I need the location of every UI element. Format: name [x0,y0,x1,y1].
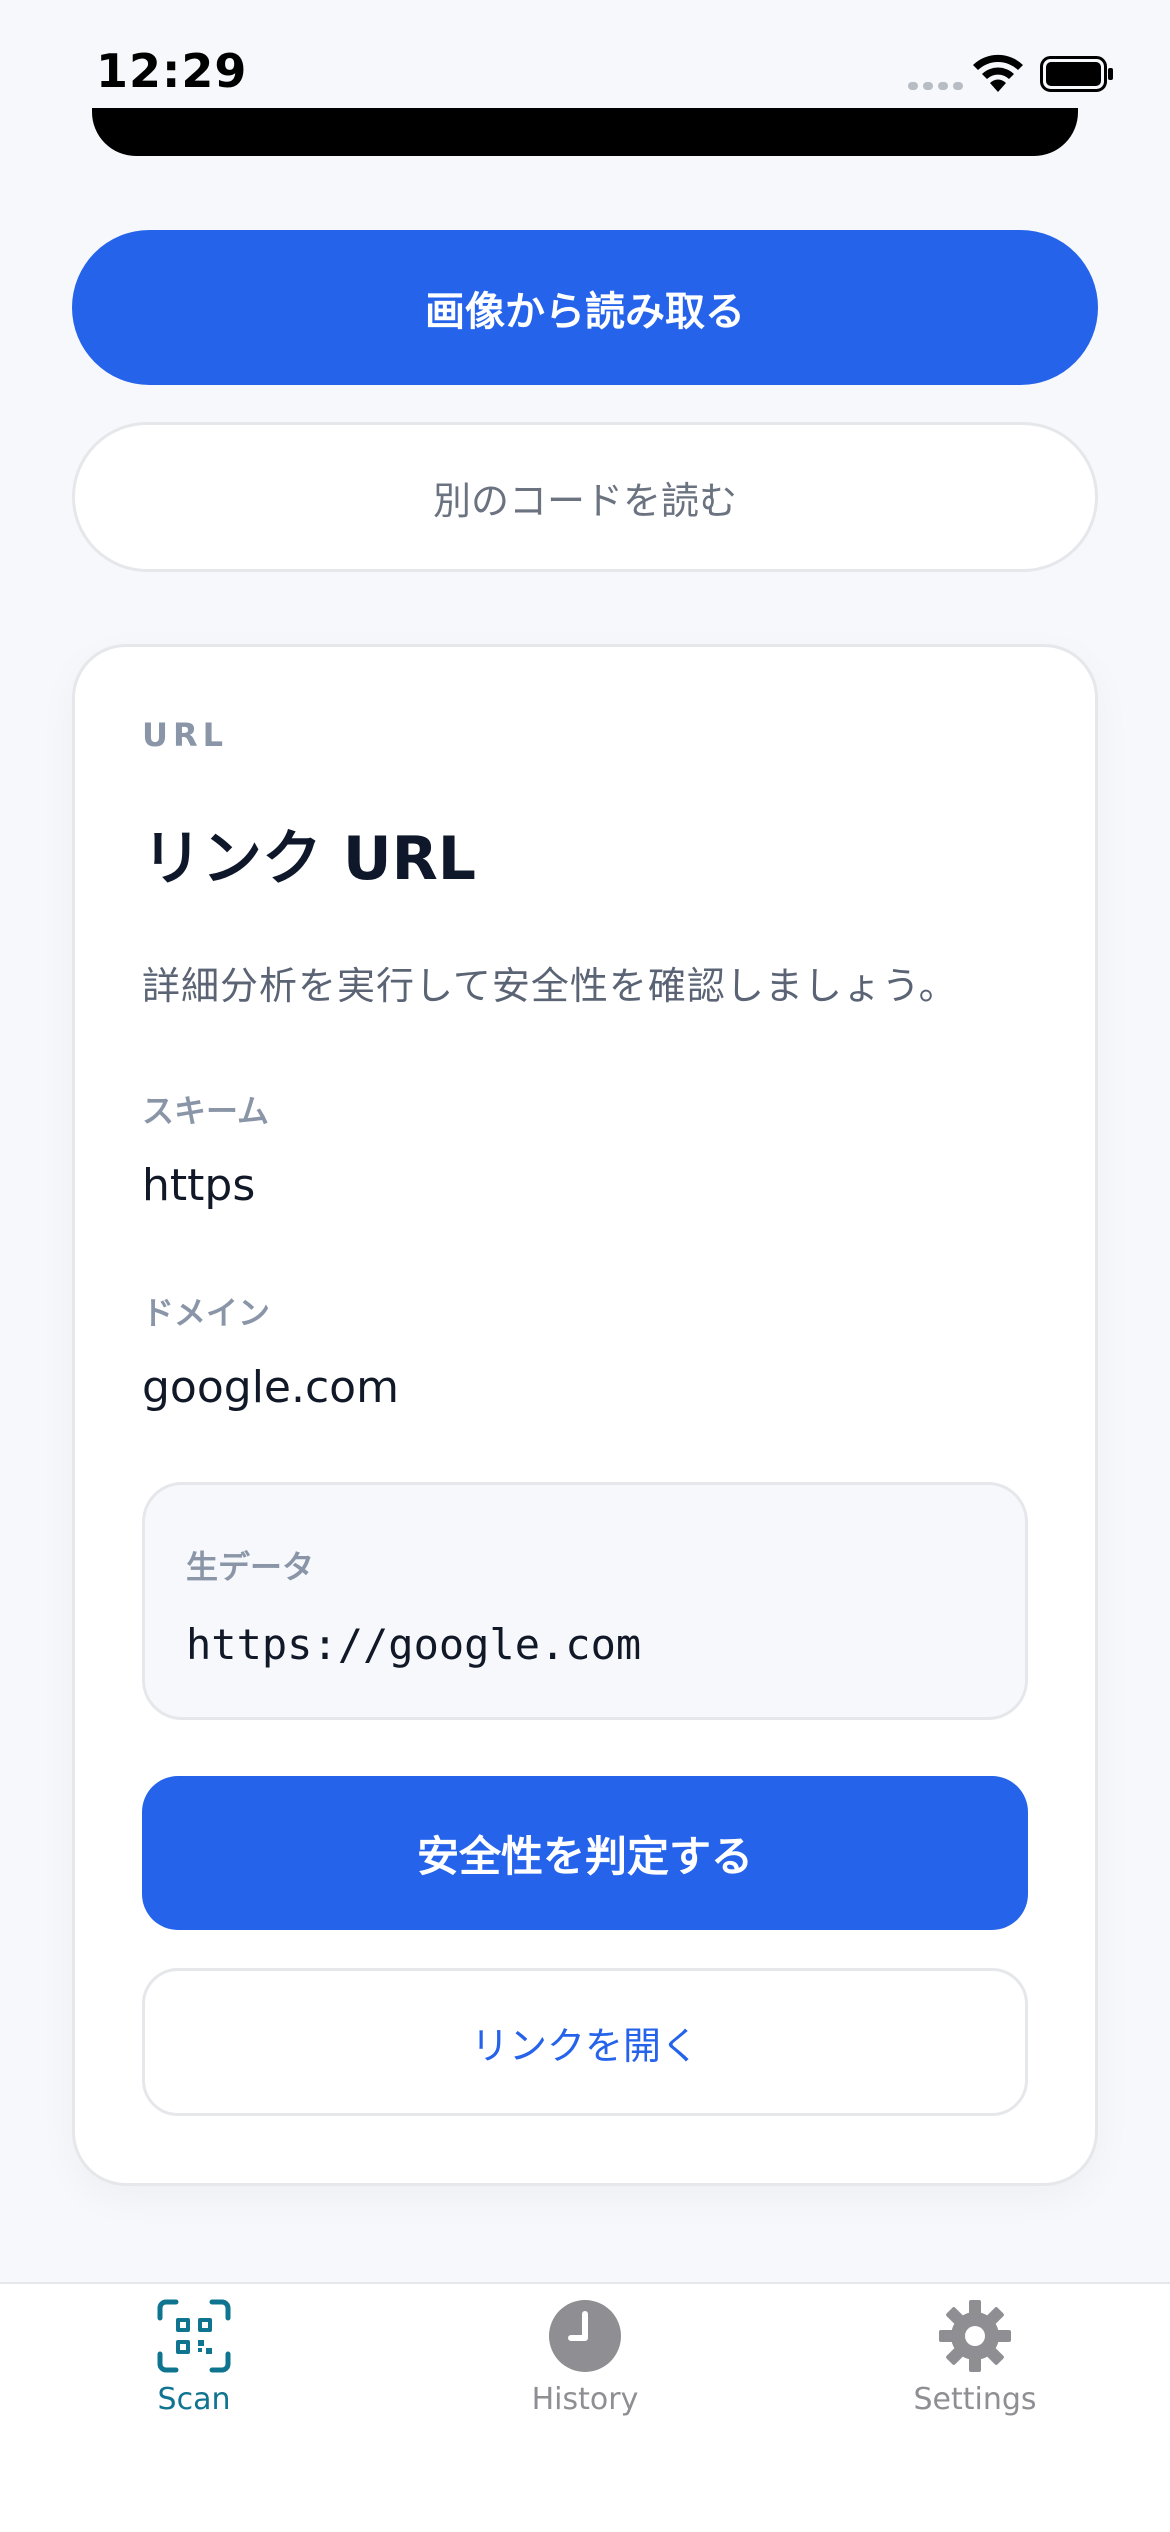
raw-data-label: 生データ [186,1548,315,1586]
battery-icon [1040,56,1113,92]
status-time: 12:29 [96,44,248,98]
tab-history-label: History [531,2382,639,2417]
wifi-icon [973,54,1023,92]
scan-another-code-button[interactable]: 別のコードを読む [72,422,1098,572]
result-description: 詳細分析を実行して安全性を確認しましょう。 [142,964,958,1008]
check-safety-button[interactable]: 安全性を判定する [142,1776,1028,1930]
result-title: リンク URL [142,824,477,894]
tab-scan[interactable]: Scan [74,2298,314,2438]
cellular-signal-icon [908,82,963,90]
tab-scan-label: Scan [157,2382,231,2417]
camera-preview-edge [92,108,1078,156]
clock-icon [549,2300,621,2372]
raw-data-box [142,1482,1028,1720]
gear-icon [939,2300,1011,2372]
scheme-value: https [142,1160,256,1211]
raw-data-value: https://google.com [186,1620,642,1669]
tab-history[interactable]: History [465,2298,705,2438]
tab-settings-label: Settings [913,2382,1037,2417]
domain-label: ドメイン [142,1294,271,1332]
result-type-label: URL [142,716,229,754]
open-link-button[interactable]: リンクを開く [142,1968,1028,2116]
domain-value: google.com [142,1362,399,1413]
qr-scan-icon [157,2299,231,2373]
scan-result-screen: 12:29 画像から読み取る 別のコードを読む URL リンク URL 詳細分析… [0,0,1170,2532]
read-from-image-button[interactable]: 画像から読み取る [72,230,1098,385]
tab-settings[interactable]: Settings [855,2298,1095,2438]
scheme-label: スキーム [142,1092,270,1130]
